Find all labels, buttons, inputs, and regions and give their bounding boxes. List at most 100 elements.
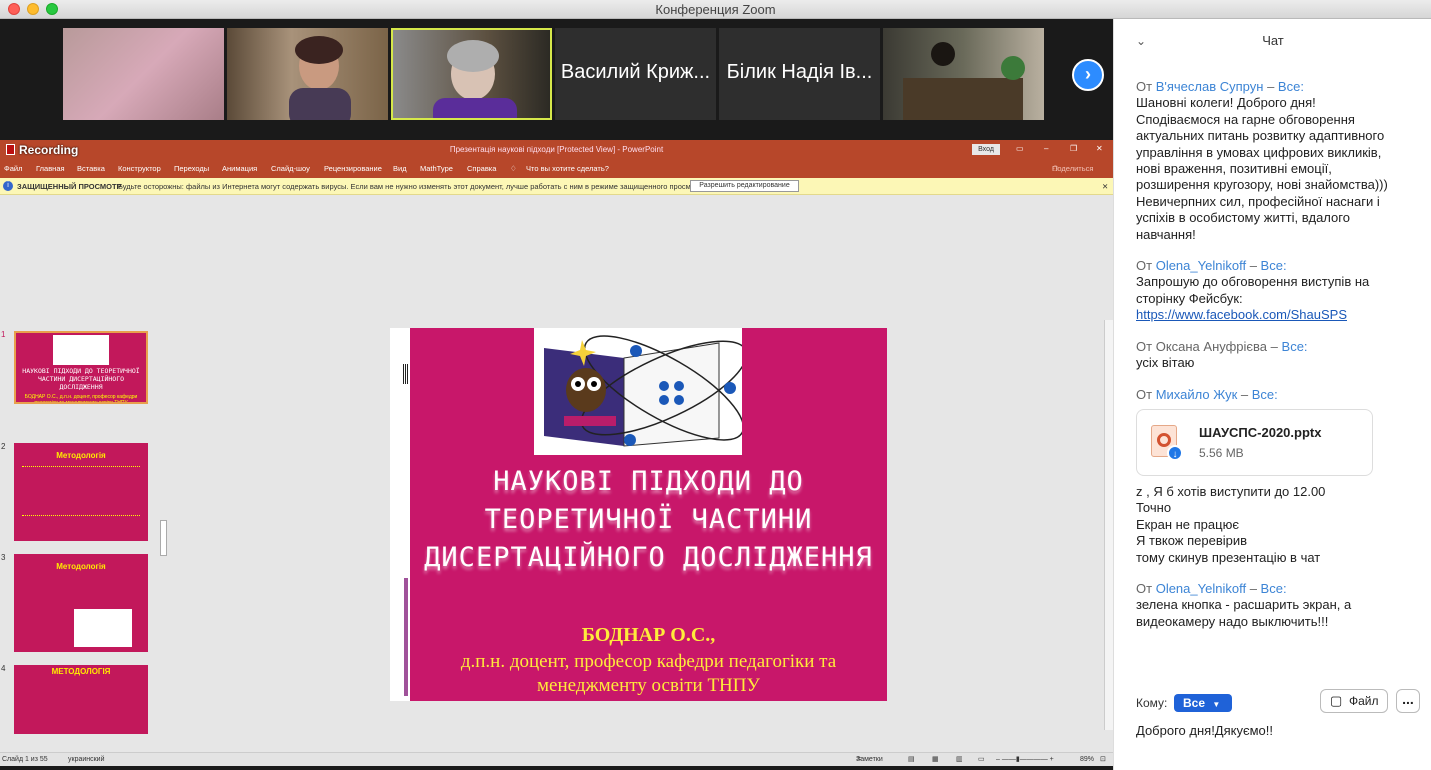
- slide-counter: Слайд 1 из 55: [2, 756, 48, 763]
- chat-message: От В'ячеслав Супрун – Все: Шановні колег…: [1136, 79, 1418, 243]
- menu-home[interactable]: Главная: [36, 159, 65, 178]
- next-page-button[interactable]: ›: [1072, 59, 1104, 91]
- zoom-level[interactable]: 89%: [1080, 753, 1094, 767]
- chart-image: [74, 609, 132, 647]
- chat-message: От Оксана Ануфрієва – Все: усіх вітаю: [1136, 339, 1418, 372]
- menu-transitions[interactable]: Переходы: [174, 159, 209, 178]
- file-attachment[interactable]: ↓ ШАУСПС-2020.pptx 5.56 MB: [1136, 408, 1373, 476]
- video-tile[interactable]: Білик Надія Ів...: [719, 28, 880, 120]
- slide-thumbnail-2[interactable]: Методологія: [14, 443, 148, 541]
- more-options-button[interactable]: ...: [1396, 689, 1420, 713]
- normal-view-icon[interactable]: ▤: [908, 753, 915, 767]
- slide-scrollbar[interactable]: [1104, 320, 1113, 730]
- side-accent-bar: [404, 578, 408, 696]
- slideshow-view-icon[interactable]: ▭: [978, 753, 985, 767]
- room-video-icon: [903, 42, 1025, 120]
- menu-file[interactable]: Файл: [4, 159, 22, 178]
- minimize-window-button[interactable]: [27, 3, 39, 15]
- video-tile-active-speaker[interactable]: [391, 28, 552, 120]
- message-header: От Оксана Ануфрієва – Все:: [1136, 338, 1308, 354]
- ribbon-display-icon[interactable]: ▭: [1016, 144, 1024, 153]
- ribbon-area: [0, 195, 1113, 320]
- recipient-name[interactable]: Все:: [1261, 258, 1287, 273]
- minimize-icon[interactable]: –: [1044, 144, 1048, 153]
- zoom-window-button[interactable]: [46, 3, 58, 15]
- menu-slideshow[interactable]: Слайд-шоу: [271, 159, 310, 178]
- current-slide[interactable]: НАУКОВІ ПІДХОДИ ДО ТЕОРЕТИЧНОЇ ЧАСТИНИ Д…: [390, 328, 887, 701]
- video-tile[interactable]: [63, 28, 224, 120]
- slide-thumbnail-3[interactable]: Методологія: [14, 554, 148, 652]
- ppt-statusbar: Слайд 1 из 55 украинский ≐ Заметки ▤ ▦ ▥…: [0, 752, 1113, 766]
- close-warning-icon[interactable]: ✕: [1102, 178, 1108, 195]
- zoom-slider[interactable]: – ——▮———— +: [996, 753, 1054, 767]
- protected-view-bar: i ЗАЩИЩЕННЫЙ ПРОСМОТР Будьте осторожны: …: [0, 178, 1113, 195]
- menu-animation[interactable]: Анимация: [222, 159, 257, 178]
- fit-to-window-icon[interactable]: ⊡: [1100, 753, 1106, 767]
- bullet-text-lines: [22, 466, 140, 516]
- shared-screen-powerpoint: Recording Презентація наукові підходи [P…: [0, 140, 1113, 766]
- to-label: Кому:: [1136, 696, 1168, 710]
- close-window-button[interactable]: [8, 3, 20, 15]
- chat-messages: От В'ячеслав Супрун – Все: Шановні колег…: [1136, 79, 1418, 645]
- reading-view-icon[interactable]: ▥: [956, 753, 963, 767]
- menu-review[interactable]: Рецензирование: [324, 159, 382, 178]
- facebook-link[interactable]: https://www.facebook.com/ShauSPS: [1136, 307, 1418, 323]
- menu-insert[interactable]: Вставка: [77, 159, 105, 178]
- video-tile[interactable]: [227, 28, 388, 120]
- sender-name[interactable]: Михайло Жук: [1156, 387, 1238, 402]
- sender-name[interactable]: Оксана Ануфрієва: [1156, 339, 1267, 354]
- slide-title: НАУКОВІ ПІДХОДИ ДО ТЕОРЕТИЧНОЇ ЧАСТИНИ Д…: [424, 466, 873, 573]
- chevron-right-icon: ›: [1085, 64, 1091, 84]
- file-button[interactable]: ▢ Файл: [1320, 689, 1388, 713]
- recipient-name[interactable]: Все:: [1278, 79, 1304, 94]
- caret-down-icon: ▼: [1212, 700, 1221, 709]
- slide-thumbnail-1[interactable]: НАУКОВІ ПІДХОДИ ДО ТЕОРЕТИЧНОЇ ЧАСТИНИ Д…: [14, 331, 148, 404]
- message-header: От Olena_Yelnikoff – Все:: [1136, 580, 1287, 596]
- sorter-view-icon[interactable]: ▦: [932, 753, 939, 767]
- slide-author: БОДНАР О.С.,: [581, 624, 716, 646]
- thumbnail-number: 4: [1, 664, 6, 673]
- recipient-name[interactable]: Все:: [1252, 387, 1278, 402]
- chevron-down-icon[interactable]: ⌄: [1136, 19, 1146, 63]
- thumbnail-number: 2: [1, 442, 6, 451]
- file-name: ШАУСПС-2020.pptx: [1199, 424, 1322, 440]
- menu-view[interactable]: Вид: [393, 159, 407, 178]
- thumbnail-number: 3: [1, 553, 6, 562]
- chat-input[interactable]: Доброго дня!Дякуємо!!: [1136, 723, 1273, 738]
- menu-help[interactable]: Справка: [467, 159, 496, 178]
- owl-book-image: [53, 335, 109, 365]
- menu-mathtype[interactable]: MathType: [420, 159, 453, 178]
- restore-icon[interactable]: ❐: [1070, 144, 1077, 153]
- recipient-name[interactable]: Все:: [1282, 339, 1308, 354]
- chat-message: От Михайло Жук – Все: ↓ ШАУСПС-2020.pptx…: [1136, 387, 1418, 566]
- recipient-name[interactable]: Все:: [1261, 581, 1287, 596]
- chat-panel: ⌄ Чат От В'ячеслав Супрун – Все: Шановні…: [1113, 19, 1431, 770]
- chat-title: Чат: [1262, 33, 1284, 48]
- menu-design[interactable]: Конструктор: [118, 159, 161, 178]
- video-tile[interactable]: Василий Криж...: [555, 28, 716, 120]
- window-titlebar: Конференция Zoom: [0, 0, 1431, 19]
- slide-affiliation: д.п.н. доцент, професор кафедри педагогі…: [460, 651, 837, 696]
- shield-icon: i: [3, 181, 13, 191]
- owl-book-illustration: [534, 328, 748, 455]
- sender-name[interactable]: Olena_Yelnikoff: [1156, 258, 1246, 273]
- tell-me-search[interactable]: Что вы хотите сделать?: [526, 159, 609, 178]
- recipient-select[interactable]: Все ▼: [1174, 694, 1232, 712]
- video-tile[interactable]: [883, 28, 1044, 120]
- close-icon[interactable]: ✕: [1096, 144, 1103, 153]
- sender-name[interactable]: В'ячеслав Супрун: [1156, 79, 1264, 94]
- thumbnail-scrollbar[interactable]: [160, 520, 167, 556]
- language-indicator[interactable]: украинский: [68, 753, 105, 767]
- window-title: Конференция Zoom: [655, 2, 776, 17]
- slide-background: НАУКОВІ ПІДХОДИ ДО ТЕОРЕТИЧНОЇ ЧАСТИНИ Д…: [404, 328, 887, 701]
- meeting-stage: Василий Криж... Білик Надія Ів... › Reco…: [0, 19, 1113, 770]
- sender-name[interactable]: Olena_Yelnikoff: [1156, 581, 1246, 596]
- enable-editing-button[interactable]: Разрешить редактирование: [690, 180, 799, 192]
- download-icon[interactable]: ↓: [1167, 444, 1183, 461]
- chat-message: От Olena_Yelnikoff – Все: зелена кнопка …: [1136, 581, 1418, 630]
- ppt-menubar: Файл Главная Вставка Конструктор Переход…: [0, 159, 1113, 178]
- signin-button[interactable]: Вход: [972, 144, 1000, 155]
- document-title: Презентація наукові підходи [Protected V…: [449, 145, 664, 154]
- slide-thumbnail-pane: 1 НАУКОВІ ПІДХОДИ ДО ТЕОРЕТИЧНОЇ ЧАСТИНИ…: [0, 320, 170, 734]
- slide-thumbnail-4[interactable]: МЕТОДОЛОГІЯ: [14, 665, 148, 734]
